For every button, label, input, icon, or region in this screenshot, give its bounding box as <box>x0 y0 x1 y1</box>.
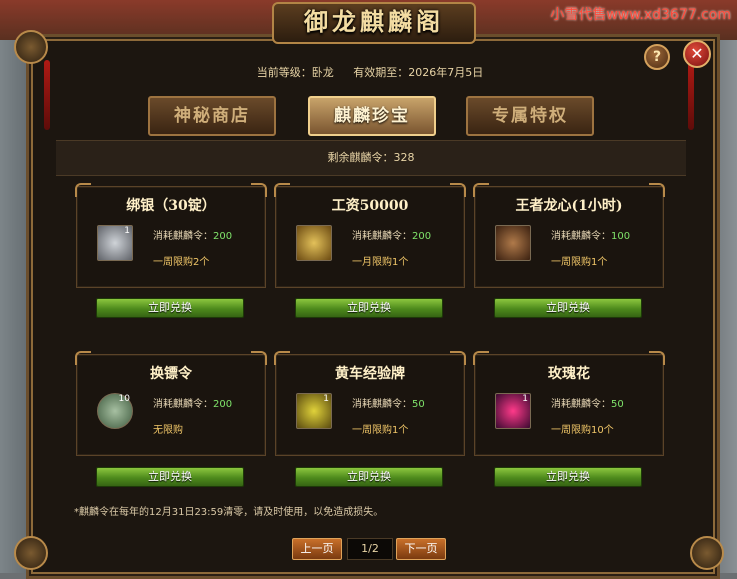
item-cost: 消耗麒麟令：100 <box>551 227 630 242</box>
redeem-button[interactable]: 立即兑换 <box>494 298 642 318</box>
item-cost: 消耗麒麟令：50 <box>551 395 624 410</box>
redeem-button[interactable]: 立即兑换 <box>494 467 642 487</box>
item-card: 玫瑰花 1 消耗麒麟令：50 一周限购10个 <box>473 351 665 456</box>
item-card: 王者龙心(1小时) 消耗麒麟令：100 一周限购1个 <box>473 183 665 288</box>
corner-ornament-bottom-left <box>14 536 48 570</box>
current-level: 当前等级：卧龙 <box>256 66 334 79</box>
silver-ingot-icon[interactable]: 1 <box>97 225 133 261</box>
cost-label: 消耗麒麟令： <box>153 399 213 410</box>
cost-value: 50 <box>611 399 624 410</box>
item-quantity: 1 <box>323 394 329 404</box>
item-cost: 消耗麒麟令：50 <box>352 395 425 410</box>
tab-bar: 神秘商店 麒麟珍宝 专属特权 <box>54 96 684 136</box>
item-name: 工资50000 <box>331 198 409 214</box>
reset-notice: *麒麟令在每年的12月31日23:59清零，请及时使用，以免造成损失。 <box>74 507 384 518</box>
item-card: 绑银（30锭） 1 消耗麒麟令：200 一周限购2个 <box>75 183 267 288</box>
escort-token-icon[interactable]: 10 <box>97 393 133 429</box>
page-indicator: 1/2 <box>347 538 393 560</box>
prev-page-button[interactable]: 上一页 <box>292 538 342 560</box>
rose-icon[interactable]: 1 <box>495 393 531 429</box>
tab-exclusive-privilege[interactable]: 专属特权 <box>466 96 594 136</box>
cost-value: 50 <box>412 399 425 410</box>
redeem-button[interactable]: 立即兑换 <box>295 467 443 487</box>
cost-label: 消耗麒麟令： <box>153 231 213 242</box>
item-card: 工资50000 消耗麒麟令：200 一月限购1个 <box>274 183 466 288</box>
cost-label: 消耗麒麟令： <box>551 399 611 410</box>
item-card: 换镖令 10 消耗麒麟令：200 无限购 <box>75 351 267 456</box>
purchase-limit: 一周限购2个 <box>153 257 210 268</box>
corner-ornament-bottom-right <box>690 536 724 570</box>
purchase-limit: 一月限购1个 <box>352 257 409 268</box>
tab-qilin-treasure[interactable]: 麒麟珍宝 <box>308 96 436 136</box>
item-name: 玫瑰花 <box>548 366 590 382</box>
redeem-button[interactable]: 立即兑换 <box>96 298 244 318</box>
cost-value: 200 <box>213 231 233 242</box>
yellow-cart-exp-icon[interactable]: 1 <box>296 393 332 429</box>
purchase-limit: 一周限购1个 <box>352 425 409 436</box>
item-card: 黄车经验牌 1 消耗麒麟令：50 一周限购1个 <box>274 351 466 456</box>
item-quantity: 1 <box>522 394 528 404</box>
item-cost: 消耗麒麟令：200 <box>153 395 232 410</box>
cost-label: 消耗麒麟令： <box>551 231 611 242</box>
item-name: 换镖令 <box>150 366 192 382</box>
remaining-tokens: 剩余麒麟令：328 <box>56 140 686 176</box>
purchase-limit: 一周限购10个 <box>551 425 614 436</box>
purchase-limit: 一周限购1个 <box>551 257 608 268</box>
purchase-limit: 无限购 <box>153 425 183 436</box>
item-cost: 消耗麒麟令：200 <box>153 227 232 242</box>
cost-value: 200 <box>412 231 432 242</box>
item-name: 王者龙心(1小时) <box>515 198 623 214</box>
corner-ornament-top-left <box>14 30 48 64</box>
cost-label: 消耗麒麟令： <box>352 399 412 410</box>
redeem-button[interactable]: 立即兑换 <box>96 467 244 487</box>
item-name: 黄车经验牌 <box>335 366 405 382</box>
cost-label: 消耗麒麟令： <box>352 231 412 242</box>
item-name: 绑银（30锭） <box>126 198 216 214</box>
next-page-button[interactable]: 下一页 <box>396 538 446 560</box>
window-title: 御龙麒麟阁 <box>272 2 476 44</box>
item-cost: 消耗麒麟令：200 <box>352 227 431 242</box>
item-quantity: 1 <box>124 226 130 236</box>
dragon-heart-icon[interactable] <box>495 225 531 261</box>
salary-coins-icon[interactable] <box>296 225 332 261</box>
expiry-date: 有效期至：2026年7月5日 <box>353 66 484 79</box>
redeem-button[interactable]: 立即兑换 <box>295 298 443 318</box>
item-quantity: 10 <box>118 394 130 404</box>
tab-mystery-shop[interactable]: 神秘商店 <box>148 96 276 136</box>
cost-value: 200 <box>213 399 233 410</box>
watermark-text: 小雪代售www.xd3677.com <box>550 7 731 23</box>
account-info-bar: 当前等级：卧龙 有效期至：2026年7月5日 <box>40 62 700 84</box>
cost-value: 100 <box>611 231 631 242</box>
